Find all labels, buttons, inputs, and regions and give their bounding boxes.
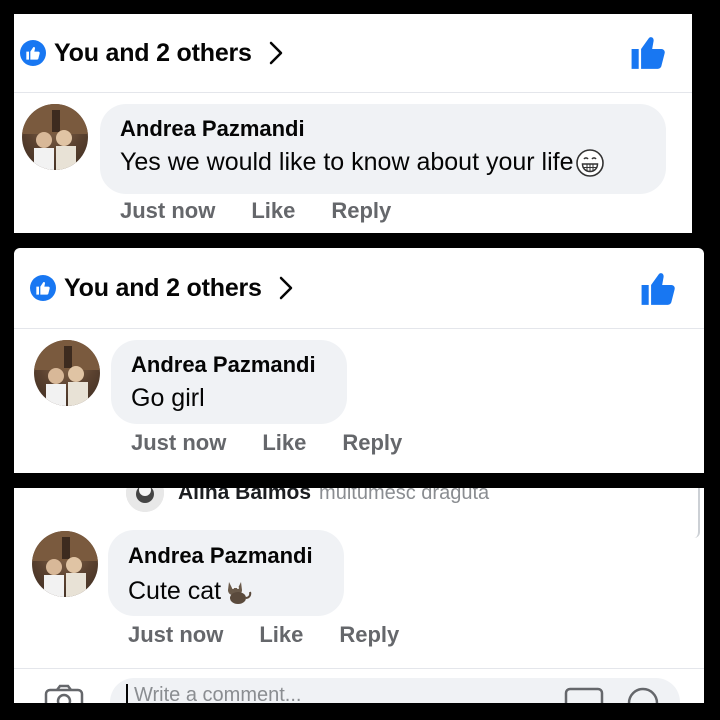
like-button-icon[interactable] [630, 34, 668, 77]
previous-comment-author[interactable]: Alina Balmos [178, 488, 311, 505]
reply-action[interactable]: Reply [339, 622, 399, 648]
comment-bubble[interactable]: Andrea Pazmandi Cute cat [108, 530, 344, 616]
like-action[interactable]: Like [262, 430, 306, 456]
like-button-icon[interactable] [640, 270, 678, 313]
comment-timestamp: Just now [120, 198, 216, 223]
comment-author[interactable]: Andrea Pazmandi [128, 543, 313, 569]
chevron-right-icon [278, 275, 294, 301]
grinning-face-emoji [575, 148, 604, 177]
gif-icon[interactable] [564, 687, 604, 703]
comment-message-row: Yes we would like to know about your lif… [120, 148, 604, 177]
comment-message: Yes we would like to know about your lif… [120, 148, 574, 176]
previous-comment-message: multumesc draguta [319, 488, 490, 504]
reply-action[interactable]: Reply [342, 430, 402, 456]
camera-icon[interactable] [44, 684, 84, 703]
like-icon [20, 40, 46, 66]
comment-panel-3: Alina Balmos multumesc draguta Andrea Pa… [14, 488, 704, 703]
comment-timestamp: Just now [131, 430, 227, 455]
reply-action[interactable]: Reply [331, 198, 391, 224]
comment-message-row: Go girl [131, 384, 205, 413]
comment-message-row: Cute cat [128, 576, 253, 606]
comment-actions: Just now Like Reply [120, 198, 391, 224]
reactions-bar[interactable]: You and 2 others [14, 14, 692, 93]
reactions-text: You and 2 others [54, 38, 252, 67]
like-action[interactable]: Like [251, 198, 295, 224]
comment-timestamp: Just now [128, 622, 224, 647]
comment-panel-1: You and 2 others Andrea Pazmandi Yes we … [14, 14, 692, 233]
avatar[interactable] [126, 488, 164, 512]
comment-message: Go girl [131, 384, 205, 412]
comment-bubble[interactable]: Andrea Pazmandi Go girl [111, 340, 347, 424]
comment-author[interactable]: Andrea Pazmandi [120, 116, 305, 142]
composer-divider [14, 668, 704, 669]
comment-panel-2: You and 2 others Andrea Pazmandi Go girl… [14, 248, 704, 473]
comment-actions: Just now Like Reply [131, 430, 402, 456]
cat-emoji [223, 576, 253, 606]
comment-message: Cute cat [128, 576, 222, 605]
chevron-right-icon [268, 40, 284, 66]
previous-comment-row: Alina Balmos multumesc draguta [126, 488, 489, 512]
smiley-icon[interactable] [626, 686, 660, 703]
reactions-text: You and 2 others [64, 273, 262, 302]
comment-input-placeholder: Write a comment... [134, 684, 302, 703]
avatar[interactable] [32, 531, 98, 597]
reactions-bar[interactable]: You and 2 others [14, 248, 704, 329]
avatar[interactable] [22, 104, 88, 170]
like-action[interactable]: Like [259, 622, 303, 648]
scrollbar[interactable] [692, 488, 700, 538]
text-caret [126, 684, 128, 703]
comment-author[interactable]: Andrea Pazmandi [131, 352, 316, 378]
comment-actions: Just now Like Reply [128, 622, 399, 648]
like-icon [30, 275, 56, 301]
avatar[interactable] [34, 340, 100, 406]
comment-bubble[interactable]: Andrea Pazmandi Yes we would like to kno… [100, 104, 666, 194]
